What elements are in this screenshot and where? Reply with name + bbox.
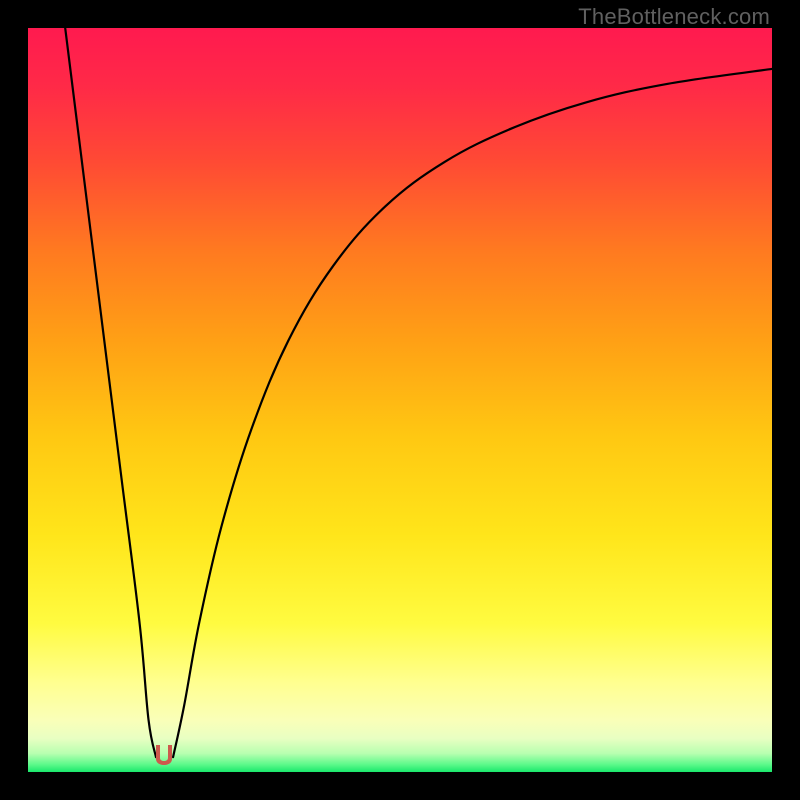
watermark-text: TheBottleneck.com (578, 4, 770, 30)
chart-frame: TheBottleneck.com (0, 0, 800, 800)
curve-layer (28, 28, 772, 772)
curve-right (173, 69, 772, 757)
minimum-marker (152, 743, 176, 767)
plot-area (28, 28, 772, 772)
frame-border-left (0, 0, 28, 800)
curve-left (65, 28, 156, 757)
frame-border-right (772, 0, 800, 800)
frame-border-bottom (0, 772, 800, 800)
